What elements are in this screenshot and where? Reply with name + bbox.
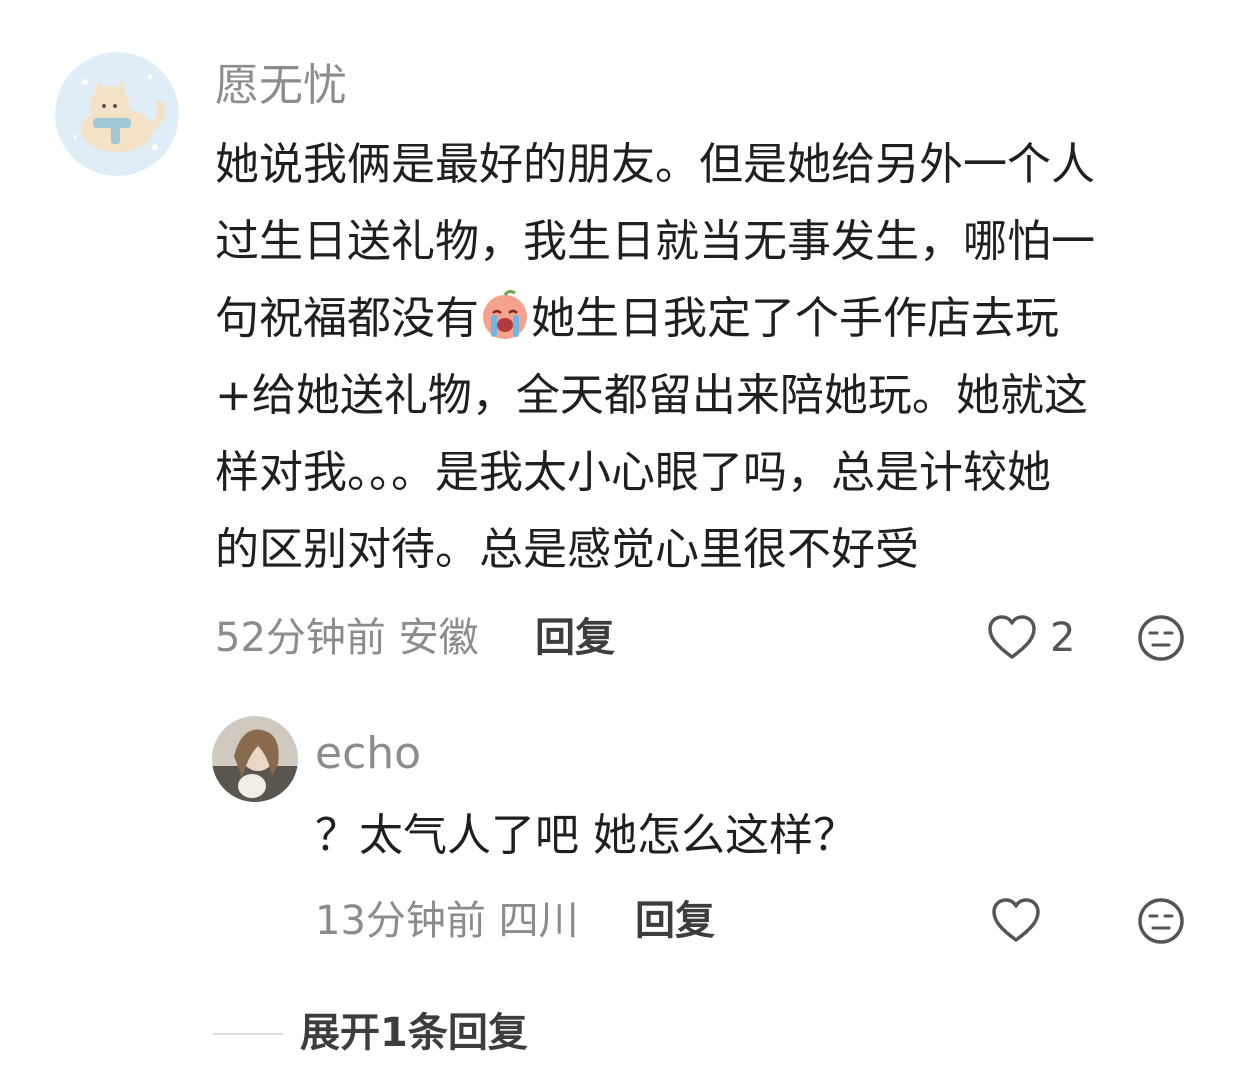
expand-divider (213, 1033, 283, 1035)
reply-time: 13分钟前 (315, 898, 486, 944)
comment-line: +给她送礼物，全天都留出来陪她玩。她就这 (215, 370, 1088, 421)
crying-face-emoji (483, 289, 527, 339)
comment-location: 安徽 (398, 615, 479, 661)
expand-replies-button[interactable]: 展开1条回复 (300, 1009, 528, 1057)
avatar[interactable] (55, 52, 179, 176)
comment-line-with-emoji: 句祝福都没有 她生日我定了个手作店去玩 (215, 280, 1095, 357)
reply-username[interactable]: echo (315, 728, 421, 780)
reply-button[interactable]: 回复 (535, 614, 615, 662)
comment-time: 52分钟前 (215, 615, 386, 661)
reply-to-reply-button[interactable]: 回复 (635, 897, 715, 945)
heart-outline-icon[interactable] (987, 614, 1037, 662)
comment-line-part: 她生日我定了个手作店去玩 (531, 293, 1059, 344)
neutral-face-icon[interactable] (1137, 614, 1185, 662)
reply-avatar[interactable] (212, 716, 298, 802)
comment-line-part: 句祝福都没有 (215, 293, 479, 344)
like-count: 2 (1050, 615, 1076, 661)
reply-meta: 13分钟前 四川 (315, 897, 579, 945)
heart-outline-icon[interactable] (991, 897, 1041, 945)
comment-meta: 52分钟前 安徽 (215, 614, 479, 662)
reply-location: 四川 (498, 898, 579, 944)
comment-line: 样对我。。。是我太小心眼了吗，总是计较她 (215, 447, 1051, 498)
comment-line: 她说我俩是最好的朋友。但是她给另外一个人 (215, 139, 1095, 190)
reply-text: ？太气人了吧 她怎么这样？ (315, 810, 857, 861)
comment-username[interactable]: 愿无忧 (215, 60, 347, 112)
comment-line: 的区别对待。总是感觉心里很不好受 (215, 524, 919, 575)
neutral-face-icon[interactable] (1137, 897, 1185, 945)
comment-text: 她说我俩是最好的朋友。但是她给另外一个人 过生日送礼物，我生日就当无事发生，哪怕… (215, 126, 1095, 588)
comment-line: 过生日送礼物，我生日就当无事发生，哪怕一 (215, 216, 1095, 267)
